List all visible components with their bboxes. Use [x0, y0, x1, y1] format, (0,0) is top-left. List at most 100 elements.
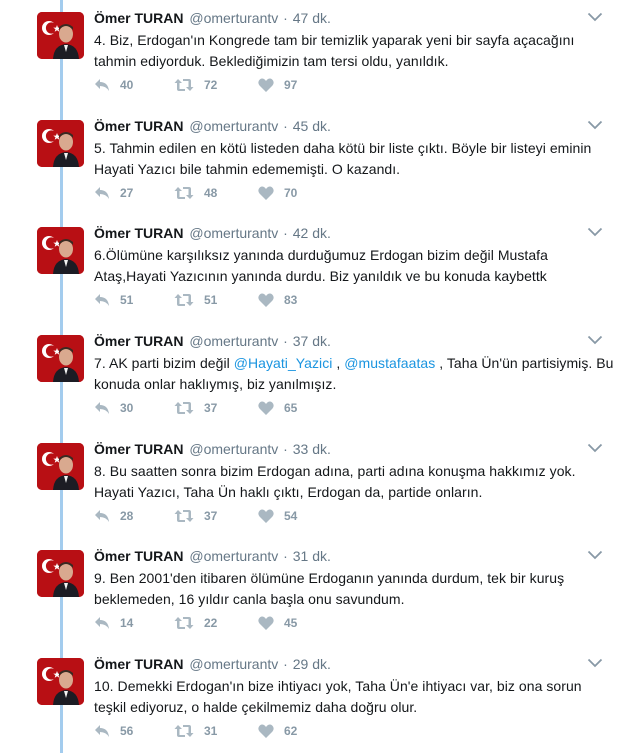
reply-button[interactable]: 30	[94, 401, 133, 415]
reply-button[interactable]: 27	[94, 186, 133, 200]
tweet-author-name[interactable]: Ömer TURAN	[94, 118, 183, 134]
tweet-author-name[interactable]: Ömer TURAN	[94, 656, 183, 672]
tweet-author-name[interactable]: Ömer TURAN	[94, 10, 183, 26]
tweet-author-name[interactable]: Ömer TURAN	[94, 441, 183, 457]
chevron-down-icon[interactable]	[587, 443, 603, 453]
retweet-button[interactable]: 31	[174, 724, 217, 738]
avatar[interactable]	[37, 227, 84, 274]
like-button[interactable]: 83	[258, 293, 297, 307]
avatar[interactable]	[37, 120, 84, 167]
retweet-button[interactable]: 72	[174, 78, 217, 92]
retweet-button[interactable]: 48	[174, 186, 217, 200]
tweet-author-handle[interactable]: @omerturantv	[189, 656, 278, 672]
like-count: 65	[284, 401, 298, 415]
retweet-count: 51	[204, 293, 218, 307]
reply-count: 14	[120, 616, 134, 630]
tweet-text: 10. Demekki Erdogan'ın bize ihtiyacı yok…	[94, 678, 582, 715]
tweet[interactable]: Ömer TURAN @omerturantv · 37 dk. 7. AK p…	[0, 323, 627, 431]
avatar[interactable]	[37, 443, 84, 490]
header-separator: ·	[283, 118, 288, 134]
like-button[interactable]: 70	[258, 186, 297, 200]
heart-icon	[258, 78, 274, 92]
like-count: 83	[284, 293, 298, 307]
avatar[interactable]	[37, 550, 84, 597]
tweet-text: 4. Biz, Erdogan'ın Kongrede tam bir temi…	[94, 32, 575, 69]
tweet-timestamp[interactable]: 42 dk.	[293, 225, 331, 241]
header-separator: ·	[283, 333, 288, 349]
tweet-text-part: ,	[332, 355, 345, 371]
like-count: 54	[284, 509, 298, 523]
retweet-icon	[174, 725, 194, 737]
tweet-author-name[interactable]: Ömer TURAN	[94, 225, 183, 241]
tweet[interactable]: Ömer TURAN @omerturantv · 33 dk. 8. Bu s…	[0, 431, 627, 539]
like-button[interactable]: 45	[258, 616, 297, 630]
tweet-author-handle[interactable]: @omerturantv	[189, 225, 278, 241]
tweet-actions: 14 22 45	[94, 616, 424, 636]
header-separator: ·	[283, 441, 288, 457]
chevron-down-icon[interactable]	[587, 658, 603, 668]
retweet-icon	[174, 510, 194, 522]
retweet-icon	[174, 617, 194, 629]
retweet-button[interactable]: 51	[174, 293, 217, 307]
heart-icon	[258, 724, 274, 738]
reply-button[interactable]: 56	[94, 724, 133, 738]
retweet-icon	[174, 79, 194, 91]
retweet-button[interactable]: 37	[174, 509, 217, 523]
header-separator: ·	[283, 548, 288, 564]
tweet-timestamp[interactable]: 33 dk.	[293, 441, 331, 457]
chevron-down-icon[interactable]	[587, 12, 603, 22]
tweet-author-handle[interactable]: @omerturantv	[189, 118, 278, 134]
tweet-actions: 27 48 70	[94, 186, 424, 206]
tweet-author-name[interactable]: Ömer TURAN	[94, 548, 183, 564]
tweet-author-handle[interactable]: @omerturantv	[189, 441, 278, 457]
tweet-author-handle[interactable]: @omerturantv	[189, 333, 278, 349]
like-button[interactable]: 65	[258, 401, 297, 415]
tweet[interactable]: Ömer TURAN @omerturantv · 29 dk. 10. Dem…	[0, 646, 627, 753]
like-button[interactable]: 62	[258, 724, 297, 738]
heart-icon	[258, 401, 274, 415]
reply-button[interactable]: 40	[94, 78, 133, 92]
like-button[interactable]: 54	[258, 509, 297, 523]
retweet-icon	[174, 294, 194, 306]
chevron-down-icon[interactable]	[587, 335, 603, 345]
reply-button[interactable]: 28	[94, 509, 133, 523]
tweet-author-name[interactable]: Ömer TURAN	[94, 333, 183, 349]
header-separator: ·	[283, 10, 288, 26]
avatar[interactable]	[37, 658, 84, 705]
retweet-button[interactable]: 37	[174, 401, 217, 415]
chevron-down-icon[interactable]	[587, 120, 603, 130]
header-separator: ·	[283, 656, 288, 672]
like-count: 70	[284, 186, 298, 200]
reply-icon	[95, 617, 109, 629]
tweet-timestamp[interactable]: 31 dk.	[293, 548, 331, 564]
tweet[interactable]: Ömer TURAN @omerturantv · 45 dk. 5. Tahm…	[0, 108, 627, 216]
heart-icon	[258, 186, 274, 200]
like-count: 62	[284, 724, 298, 738]
tweet-timestamp[interactable]: 29 dk.	[293, 656, 331, 672]
tweet-timestamp[interactable]: 45 dk.	[293, 118, 331, 134]
retweet-button[interactable]: 22	[174, 616, 217, 630]
chevron-down-icon[interactable]	[587, 550, 603, 560]
heart-icon	[258, 616, 274, 630]
chevron-down-icon[interactable]	[587, 227, 603, 237]
tweet[interactable]: Ömer TURAN @omerturantv · 47 dk. 4. Biz,…	[0, 0, 627, 108]
like-button[interactable]: 97	[258, 78, 297, 92]
retweet-icon	[174, 402, 194, 414]
tweet[interactable]: Ömer TURAN @omerturantv · 31 dk. 9. Ben …	[0, 538, 627, 646]
heart-icon	[258, 509, 274, 523]
avatar[interactable]	[37, 12, 84, 59]
tweet-timestamp[interactable]: 47 dk.	[293, 10, 331, 26]
tweet-timestamp[interactable]: 37 dk.	[293, 333, 331, 349]
tweet-author-handle[interactable]: @omerturantv	[189, 10, 278, 26]
tweet-actions: 51 51 83	[94, 293, 424, 313]
reply-button[interactable]: 14	[94, 616, 133, 630]
tweet-author-handle[interactable]: @omerturantv	[189, 548, 278, 564]
mention-link[interactable]: @mustafaatas	[344, 355, 435, 371]
mention-link[interactable]: @Hayati_Yazici	[234, 355, 333, 371]
tweet[interactable]: Ömer TURAN @omerturantv · 42 dk. 6.Ölümü…	[0, 215, 627, 323]
avatar[interactable]	[37, 335, 84, 382]
tweet-actions: 30 37 65	[94, 401, 424, 421]
tweet-text: 7. AK parti bizim değil @Hayati_Yazici ,…	[94, 353, 614, 395]
reply-count: 30	[120, 401, 134, 415]
reply-button[interactable]: 51	[94, 293, 133, 307]
